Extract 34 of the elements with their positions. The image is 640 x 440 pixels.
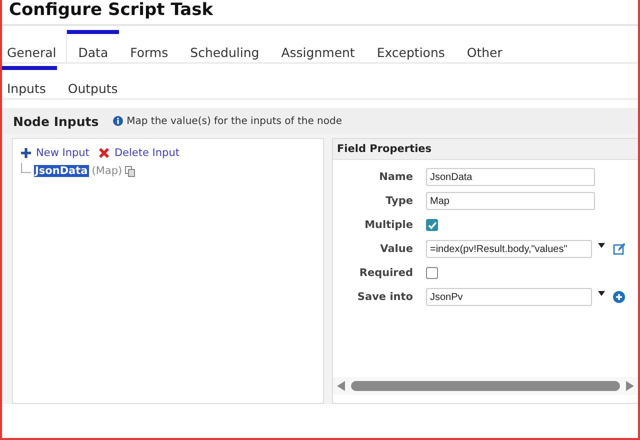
field-label: Multiple: [364, 218, 413, 233]
tree-branch-icon: [21, 163, 31, 173]
window-title: Configure Script Task: [9, 0, 214, 20]
scroll-right-icon[interactable]: [626, 381, 634, 391]
edit-icon[interactable]: [613, 243, 625, 255]
delete-icon: [99, 148, 110, 158]
field-label: Type: [384, 194, 413, 209]
checkbox[interactable]: [426, 219, 438, 231]
expression-field[interactable]: =index(pv!Result.body,"values": [426, 240, 592, 258]
dropdown-field[interactable]: JsonPv: [426, 288, 592, 306]
field-label: Save into: [356, 290, 413, 305]
scrollbar-thumb[interactable]: [351, 381, 620, 391]
field-label: Name: [378, 170, 413, 185]
tree-node[interactable]: JsonData: [34, 165, 89, 177]
text-field[interactable]: Map: [426, 192, 595, 210]
section-title: Node Inputs: [13, 114, 99, 128]
info-icon: [112, 116, 123, 126]
copy-icon[interactable]: [125, 166, 136, 176]
tab[interactable]: Data: [67, 30, 120, 62]
caret-icon[interactable]: [598, 290, 605, 296]
toolbar-link[interactable]: Delete Input: [99, 147, 180, 159]
field-label: Required: [358, 266, 413, 281]
hint-text: Map the value(s) for the inputs of the node: [126, 116, 342, 126]
node-type: (Map): [92, 165, 122, 177]
panel-header: Field Properties: [333, 139, 638, 160]
text-field[interactable]: JsonData: [426, 168, 595, 186]
field-label: Value: [379, 242, 413, 257]
checkbox[interactable]: [426, 267, 438, 279]
scroll-left-icon[interactable]: [337, 381, 345, 391]
toolbar-link[interactable]: New Input: [21, 147, 90, 159]
add-icon[interactable]: [613, 291, 625, 303]
caret-icon[interactable]: [598, 242, 605, 248]
plus-icon: [21, 148, 31, 158]
sub-tab[interactable]: Inputs: [2, 66, 57, 98]
